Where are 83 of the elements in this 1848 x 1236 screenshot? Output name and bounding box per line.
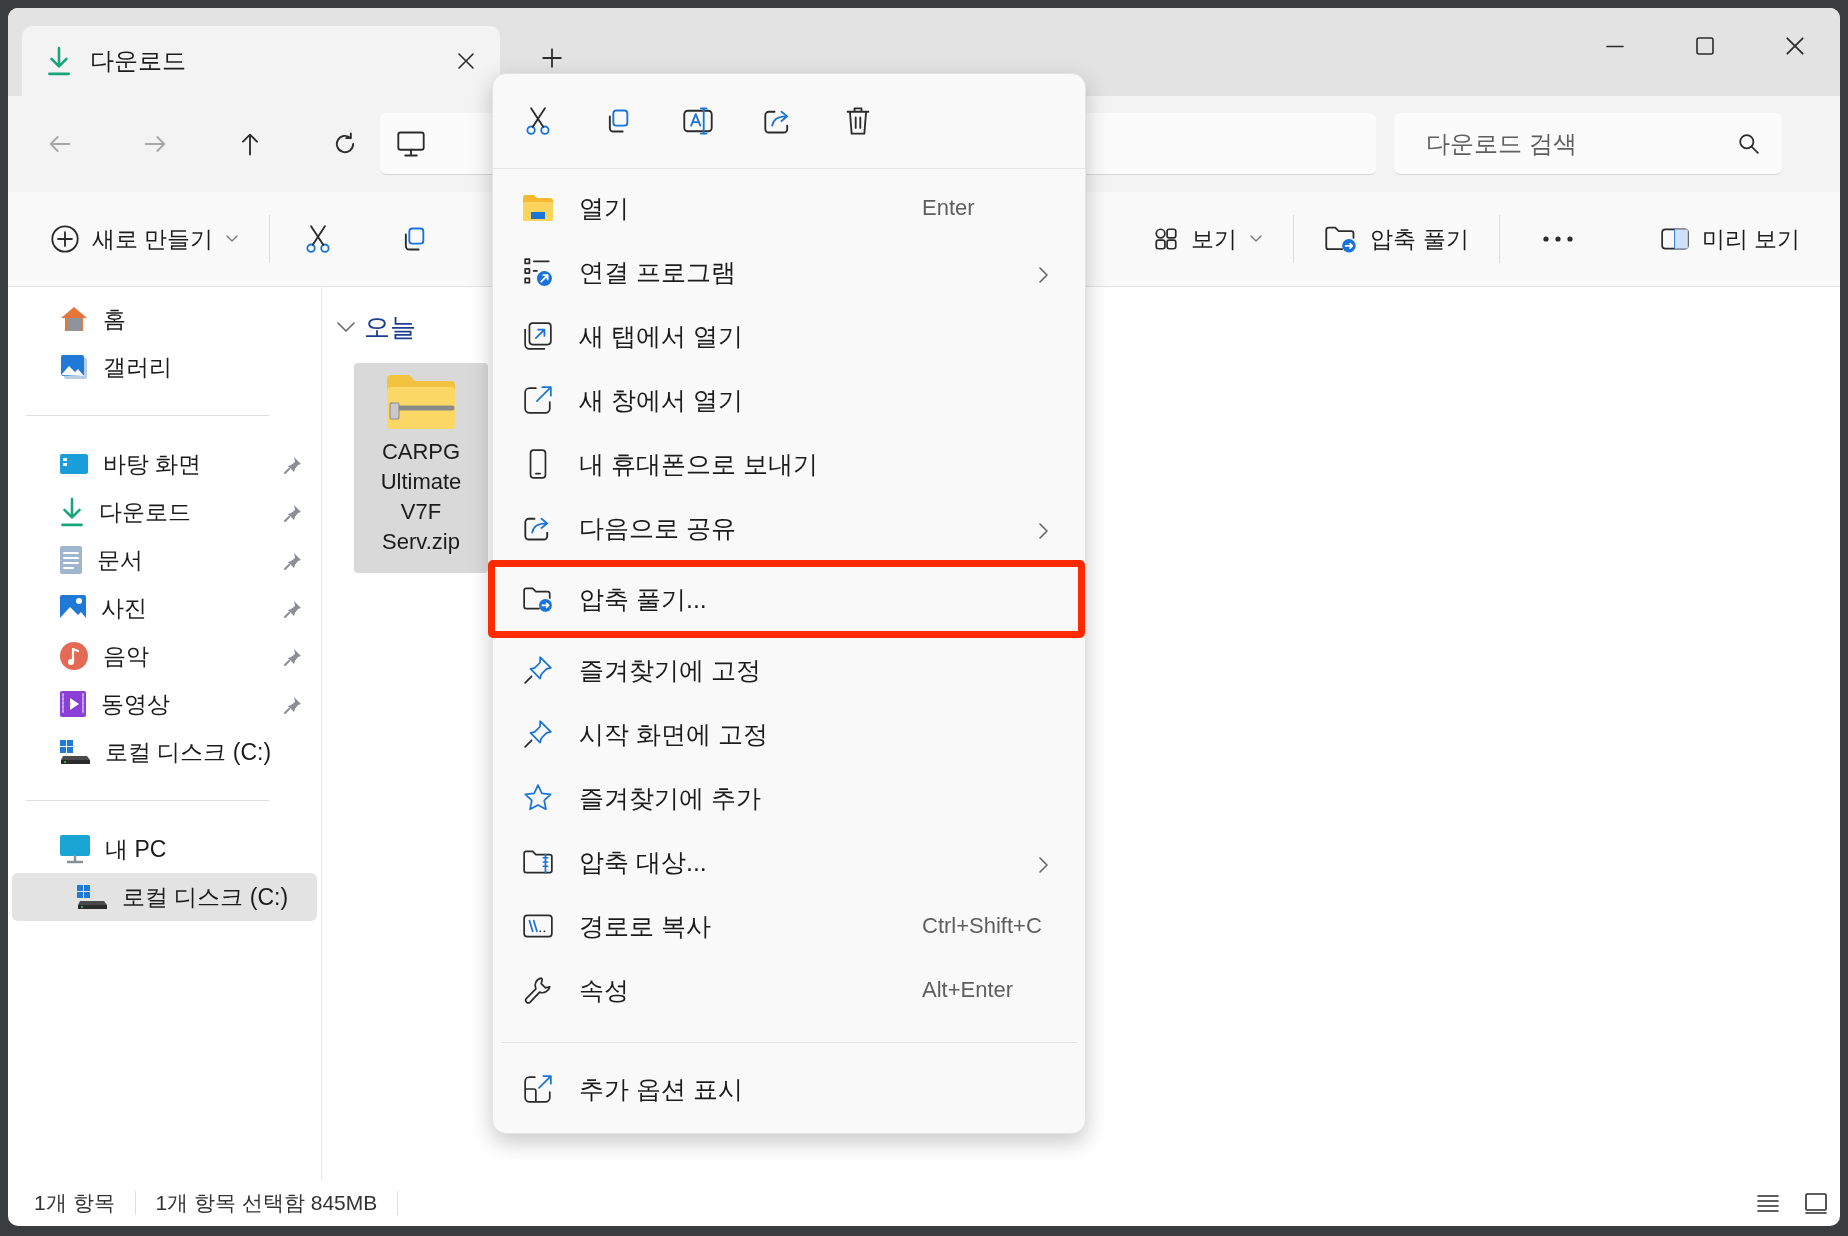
desktop-icon [59,452,89,476]
menu-item[interactable]: 다음으로 공유 [493,496,1085,560]
folder-icon [522,584,554,614]
menu-item[interactable]: 시작 화면에 고정 [493,702,1085,766]
minimize-icon [1604,44,1626,48]
zip-folder-icon [522,847,554,877]
gallery-icon [59,353,89,381]
trash-icon [845,106,871,136]
preview-button[interactable]: 미리 보기 [1647,210,1812,268]
new-button[interactable]: 새로 만들기 [38,210,252,268]
video-icon [59,690,87,718]
pin-icon [523,655,553,685]
new-tab-icon [523,321,553,351]
menu-item[interactable]: 즐겨찾기에 고정 [493,638,1085,702]
photo-icon [59,594,87,622]
folder-icon [522,194,554,222]
chevron-down-icon [225,234,240,244]
maximize-icon [1695,36,1715,56]
menu-item[interactable]: 경로로 복사 Ctrl+Shift+C [493,894,1085,958]
search-field[interactable]: 다운로드 검색 [1394,113,1782,175]
tab[interactable]: 다운로드 [22,26,500,96]
phone-icon [528,448,548,480]
preview-pane-icon [1659,227,1690,251]
menu-item[interactable]: 새 탭에서 열기 [493,304,1085,368]
menu-item[interactable]: 내 휴대폰으로 보내기 [493,432,1085,496]
home-icon [59,305,89,333]
app-list-icon [523,257,553,287]
chevron-down-icon [336,320,356,334]
download-icon [59,497,85,527]
sidebar-item[interactable]: 홈 [12,295,317,343]
shortcut-text: Enter [922,195,975,221]
music-icon [59,641,89,671]
file-item[interactable]: CARPG Ultimate V7F Serv.zip [354,363,488,573]
sidebar-item[interactable]: 바탕 화면 [12,440,317,488]
view-button[interactable]: 보기 [1141,210,1276,268]
menu-item[interactable]: 열기 Enter [493,176,1085,240]
monitor-icon [396,129,426,158]
star-icon [523,783,553,813]
rename-icon [682,106,714,136]
selection-info: 1개 항목 선택함 845MB [155,1190,378,1216]
sidebar-item[interactable]: 음악 [12,632,317,680]
close-icon [456,51,476,71]
search-icon [1738,133,1760,155]
folder-icon [1324,224,1359,254]
menu-item[interactable]: 압축 풀기... [488,560,1085,638]
menu-item[interactable]: 속성 Alt+Enter [493,958,1085,1022]
chevron-down-icon [1249,234,1264,244]
sidebar-item[interactable]: 갤러리 [12,343,317,391]
group-header[interactable]: 오늘 [336,307,416,347]
menu-item[interactable]: 즐겨찾기에 추가 [493,766,1085,830]
more-icon [1541,235,1574,243]
scissors-icon [524,106,552,136]
sidebar-item[interactable]: 동영상 [12,680,317,728]
sidebar-item[interactable]: 내 PC [12,825,317,873]
shortcut-text: Alt+Enter [922,977,1014,1003]
menu-item[interactable]: 추가 옵션 표시 [493,1057,1085,1121]
plus-icon [541,47,563,69]
document-icon [59,545,83,575]
sidebar-item[interactable]: 사진 [12,584,317,632]
item-count: 1개 항목 [34,1190,115,1216]
path-icon [522,913,554,939]
menu-item[interactable]: 새 창에서 열기 [493,368,1085,432]
shortcut-text: Ctrl+Shift+C [922,913,1042,939]
sidebar-item[interactable]: 로컬 디스크 (C:) [12,728,317,776]
wrench-icon [523,975,553,1005]
monitor-icon [59,834,91,864]
tile-view-icon [1804,1192,1828,1214]
drive-icon [59,739,91,765]
sidebar-item[interactable]: 로컬 디스크 (C:) [12,873,317,921]
menu-item[interactable]: 연결 프로그램 [493,240,1085,304]
add-icon [50,224,80,254]
grid-view-icon [1153,226,1180,252]
menu-item[interactable]: 압축 대상... [493,830,1085,894]
pin-icon [523,719,553,749]
drive-icon [76,884,108,910]
extract-button[interactable]: 압축 풀기 [1312,210,1481,268]
sidebar-item[interactable]: 문서 [12,536,317,584]
list-view-icon [1756,1193,1780,1213]
download-icon [46,46,72,76]
expand-icon [523,1074,553,1104]
open-external-icon [523,385,553,415]
close-icon [1784,35,1806,57]
sidebar-item[interactable]: 다운로드 [12,488,317,536]
